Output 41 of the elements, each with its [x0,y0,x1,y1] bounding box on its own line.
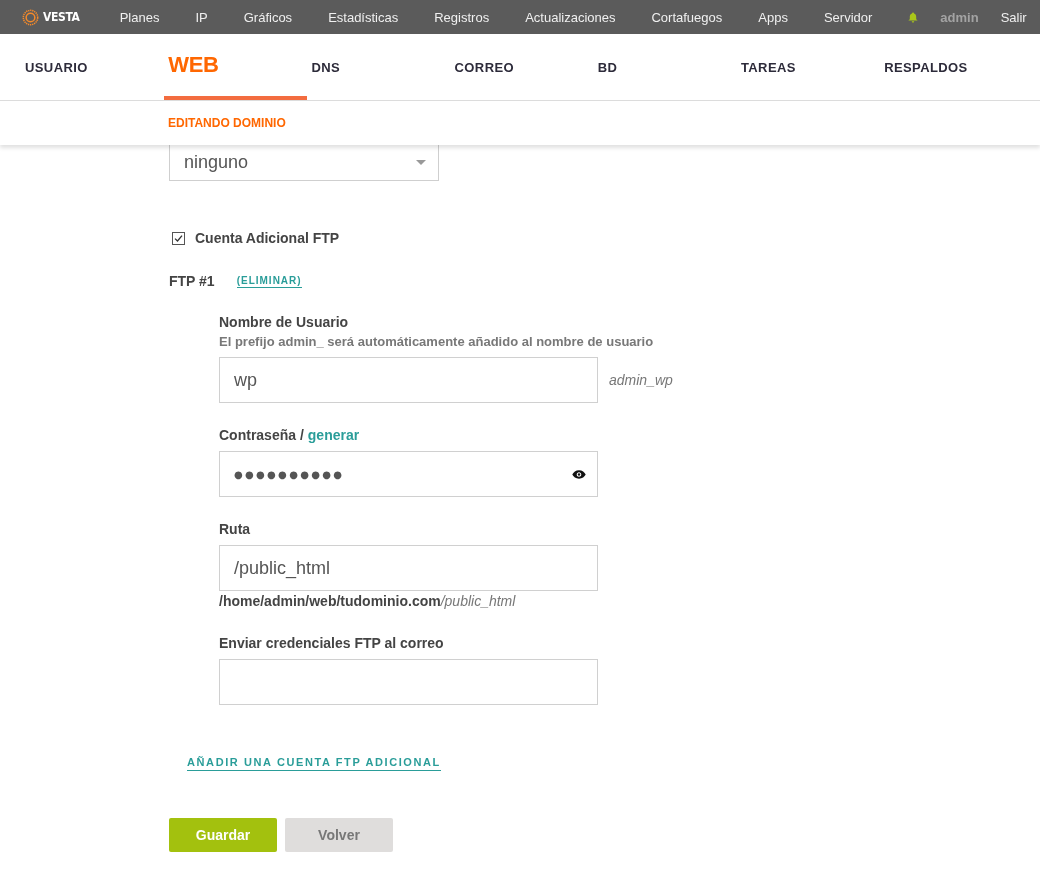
nav-tab[interactable]: USUARIO [25,59,88,75]
menu-link[interactable]: Estadísticas [328,9,399,25]
bell-icon[interactable] [908,11,919,23]
checkbox[interactable] [172,231,185,245]
checkbox-label: Cuenta Adicional FTP [195,230,340,246]
username-preview: admin_wp [609,372,673,388]
back-button[interactable]: Volver [285,818,393,852]
nav-tab[interactable]: DNS [311,59,341,75]
remove-link[interactable]: (ELIMINAR) [236,274,302,288]
logo-text[interactable]: VESTA [43,10,80,24]
path-input[interactable]: /public_html [219,545,598,591]
field-label: Enviar credenciales FTP al correo [219,634,444,653]
field-label: Ruta [219,520,251,539]
menu-link[interactable]: Registros [434,9,490,25]
nav-tab[interactable]: RESPALDOS [884,59,968,75]
menu-link[interactable]: Actualizaciones [525,9,616,25]
ring-icon [22,8,39,26]
full-path-text: /home/admin/web/tudominio.com/public_html [219,592,516,611]
menu-link[interactable]: Apps [758,9,788,25]
page-subtitle: EDITANDO DOMINIO [168,116,286,130]
field-hint: El prefijo admin_ será automáticamente añadido al nombre de usuario [219,333,654,351]
field-label: Nombre de Usuario [219,313,349,332]
menu-link[interactable]: Cortafuegos [651,9,723,25]
ftp-account-title: FTP #1 [169,273,215,289]
nav-tab[interactable]: TAREAS [740,59,796,75]
nav-tab[interactable]: BD [597,59,618,75]
password-input[interactable]: ●●●●●●●●●● [219,451,598,497]
eye-icon[interactable] [572,469,586,479]
caret-icon [416,160,426,165]
username-input[interactable]: wp [219,357,598,403]
menu-link[interactable]: IP [195,9,208,25]
nav-tab[interactable]: CORREO [454,59,515,75]
menu-link[interactable]: Gráficos [243,9,293,25]
logout-link[interactable]: Salir [1000,9,1027,25]
email-input[interactable] [219,659,598,705]
generate-link[interactable]: generar [307,425,360,445]
select-field[interactable]: ninguno [169,145,439,181]
menu-link[interactable]: Planes [119,9,160,25]
menu-link[interactable]: Servidor [823,9,873,25]
field-label: Contraseña / [219,426,304,445]
add-account-link[interactable]: AÑADIR UNA CUENTA FTP ADICIONAL [187,756,441,771]
